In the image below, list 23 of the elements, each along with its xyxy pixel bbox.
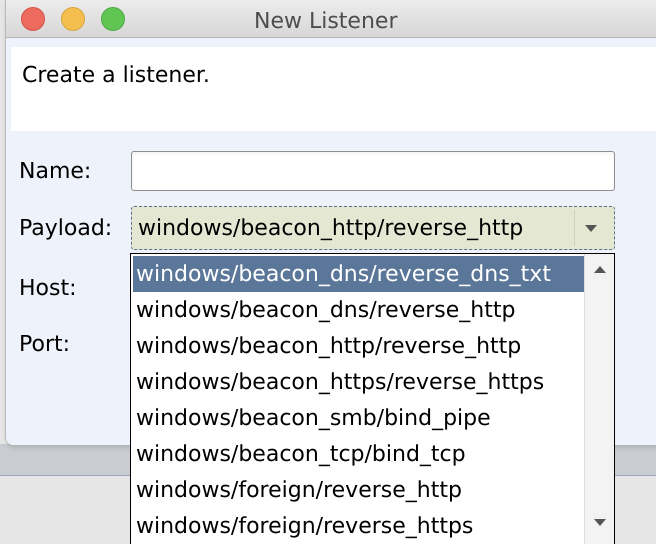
close-button[interactable] <box>21 6 45 30</box>
dropdown-option[interactable]: windows/foreign/reverse_https <box>133 508 584 544</box>
dropdown-option[interactable]: windows/beacon_dns/reverse_http <box>133 292 584 328</box>
scroll-up-icon <box>594 266 606 273</box>
dropdown-option[interactable]: windows/beacon_https/reverse_https <box>133 364 584 400</box>
field-label: Name: <box>19 158 92 186</box>
minimize-button[interactable] <box>61 6 85 30</box>
window-title: New Listener <box>254 8 398 36</box>
zoom-button[interactable] <box>101 6 125 30</box>
caret-icon <box>594 519 606 526</box>
field-label: Host: <box>19 274 78 302</box>
dropdown-option[interactable]: windows/beacon_smb/bind_pipe <box>133 400 584 436</box>
field-label: Port: <box>19 330 72 358</box>
description-text: Create a listener. <box>22 63 210 88</box>
dropdown-option[interactable]: windows/beacon_http/reverse_http <box>133 328 584 364</box>
dropdown-option[interactable]: windows/foreign/reverse_http <box>133 472 584 508</box>
scrollbar[interactable] <box>584 254 614 544</box>
name-field[interactable] <box>131 151 615 191</box>
field-label: Payload: <box>19 214 114 242</box>
dropdown-option[interactable]: windows/beacon_dns/reverse_dns_txt <box>133 256 584 292</box>
caret-icon <box>584 224 596 232</box>
payload-dropdown[interactable]: windows/beacon_http/reverse_http <box>131 206 615 250</box>
dropdown-option[interactable]: windows/beacon_tcp/bind_tcp <box>133 436 584 472</box>
